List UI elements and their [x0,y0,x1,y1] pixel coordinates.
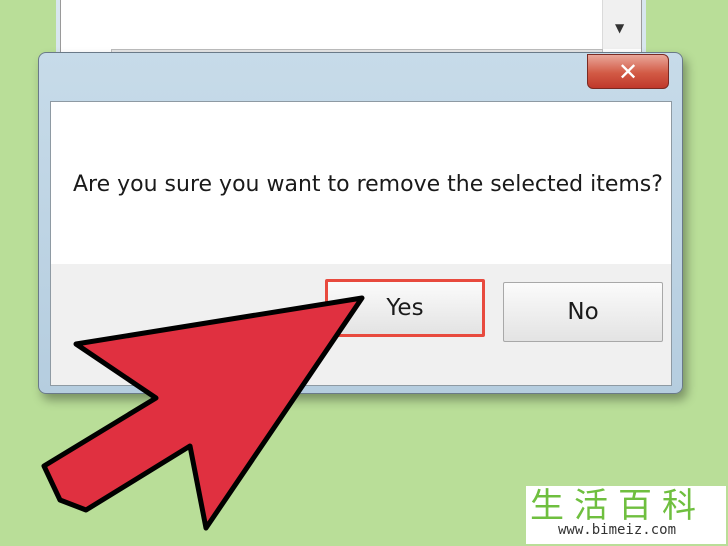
yes-button[interactable]: Yes [325,279,485,337]
chevron-down-icon[interactable]: ▼ [615,21,624,35]
confirm-dialog: ✕ Are you sure you want to remove the se… [38,52,683,394]
close-button[interactable]: ✕ [587,54,669,89]
dialog-message: Are you sure you want to remove the sele… [73,172,663,197]
close-icon: ✕ [617,57,639,86]
no-button-label: No [567,299,599,325]
no-button[interactable]: No [503,282,663,342]
message-area: Are you sure you want to remove the sele… [51,102,671,264]
background-scrollbar[interactable]: ▼ [602,0,641,49]
watermark: 生活百科 www.bimeiz.com [526,486,726,544]
yes-button-label: Yes [386,295,424,321]
watermark-chinese-text: 生活百科 [530,486,706,526]
watermark-url: www.bimeiz.com [558,522,677,538]
dialog-content: Are you sure you want to remove the sele… [50,101,672,386]
dialog-titlebar[interactable]: ✕ [39,53,682,101]
